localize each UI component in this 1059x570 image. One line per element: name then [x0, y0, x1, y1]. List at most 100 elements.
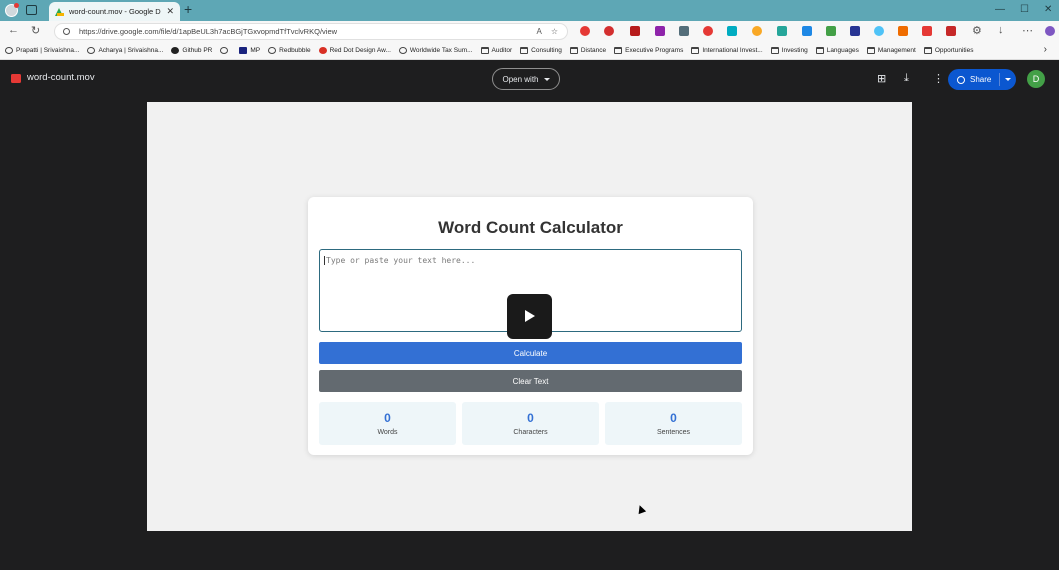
tab-close-icon[interactable]: ✕	[166, 6, 174, 17]
extension-icon[interactable]	[580, 26, 590, 36]
bookmark-item[interactable]: MP	[239, 47, 260, 54]
reload-icon[interactable]: ↻	[31, 24, 40, 37]
characters-label: Characters	[513, 429, 548, 436]
back-icon[interactable]: ←	[8, 24, 19, 36]
more-actions-icon[interactable]: ⋮	[933, 72, 944, 85]
calculate-button[interactable]: Calculate	[319, 342, 742, 364]
extension-icon[interactable]	[802, 26, 812, 36]
characters-count: 0	[527, 411, 534, 425]
folder-icon	[614, 47, 623, 54]
bookmark-folder[interactable]: Executive Programs	[614, 47, 683, 54]
bookmark-folder[interactable]: Distance	[569, 47, 606, 54]
globe-icon	[398, 47, 407, 54]
play-button[interactable]	[507, 294, 552, 339]
maximize-button[interactable]: ☐	[1020, 4, 1029, 15]
browser-tab[interactable]: word-count.mov - Google Drive ✕	[49, 2, 180, 21]
bookmark-item[interactable]: Red Dot Design Aw...	[318, 47, 391, 54]
avatar-icon	[5, 47, 13, 54]
url-text[interactable]: https://drive.google.com/file/d/1apBeUL3…	[79, 27, 536, 36]
extension-icon[interactable]	[898, 26, 908, 36]
bookmark-folder[interactable]: Opportunities	[923, 47, 974, 54]
text-cursor	[324, 256, 325, 265]
globe-icon	[957, 75, 965, 84]
textarea-placeholder: Type or paste your text here...	[326, 256, 476, 265]
bookmark-item[interactable]: Github PR	[171, 47, 212, 54]
site-info-icon[interactable]	[63, 28, 70, 35]
video-player[interactable]: Word Count Calculator Type or paste your…	[147, 102, 912, 531]
video-file-icon	[11, 74, 21, 83]
tab-title: word-count.mov - Google Drive	[69, 7, 161, 16]
folder-icon	[569, 47, 578, 54]
bookmark-folder[interactable]: Consulting	[520, 47, 562, 54]
extension-icon[interactable]	[655, 26, 665, 36]
share-divider	[999, 73, 1001, 86]
extension-icon[interactable]	[922, 26, 932, 36]
extension-icon[interactable]	[777, 26, 787, 36]
bookmark-folder[interactable]: Languages	[815, 47, 859, 54]
extension-icon[interactable]	[679, 26, 689, 36]
sentences-label: Sentences	[656, 429, 691, 436]
share-label: Share	[970, 75, 992, 84]
words-count: 0	[384, 411, 391, 425]
extension-icon[interactable]	[604, 26, 614, 36]
clear-text-button[interactable]: Clear Text	[319, 370, 742, 392]
extension-icon[interactable]	[727, 26, 737, 36]
drive-viewer-header: word-count.mov Open with ⊞ ⤓ ⋮ Share D	[0, 61, 1059, 97]
bookmark-folder[interactable]: Auditor	[480, 47, 512, 54]
address-bar-row: ← ↻ https://drive.google.com/file/d/1apB…	[0, 21, 1059, 42]
chevron-down-icon[interactable]	[1005, 78, 1012, 81]
profile-avatar-icon[interactable]	[5, 3, 19, 17]
open-with-button[interactable]: Open with	[492, 68, 560, 90]
read-aloud-icon[interactable]: A	[536, 27, 541, 36]
extension-icon[interactable]	[630, 26, 640, 36]
folder-icon	[770, 47, 779, 54]
bookmark-folder[interactable]: International Invest...	[691, 47, 763, 54]
bookmark-folder[interactable]: Investing	[770, 47, 808, 54]
favorite-star-icon[interactable]: ☆	[551, 27, 558, 36]
google-drive-icon	[55, 7, 64, 16]
bookmark-item[interactable]: Prapatti | Srivaishna...	[5, 47, 79, 54]
download-icon[interactable]: ⤓	[904, 72, 909, 85]
folder-icon	[480, 47, 489, 54]
copilot-icon[interactable]	[1045, 26, 1055, 36]
bookmark-item[interactable]	[220, 47, 231, 54]
extension-icon[interactable]	[752, 26, 762, 36]
new-tab-button[interactable]: +	[184, 1, 192, 17]
folder-icon	[923, 47, 932, 54]
stat-sentences: 0 Sentences	[605, 402, 742, 445]
extension-icon[interactable]	[874, 26, 884, 36]
extension-icon[interactable]	[946, 26, 956, 36]
minimize-button[interactable]: —	[995, 4, 1005, 15]
share-button[interactable]: Share	[948, 69, 1016, 90]
words-label: Words	[377, 429, 398, 436]
bookmark-item[interactable]: Acharya | Srivaishna...	[87, 47, 163, 54]
tab-actions-icon[interactable]	[26, 5, 37, 15]
github-icon	[171, 47, 180, 54]
extension-icon[interactable]	[826, 26, 836, 36]
stat-characters: 0 Characters	[462, 402, 599, 445]
globe-icon	[268, 47, 277, 54]
folder-icon	[691, 47, 700, 54]
bookmark-folder[interactable]: Management	[866, 47, 916, 54]
user-avatar[interactable]: D	[1027, 70, 1045, 88]
more-bookmarks-icon[interactable]: ›	[1044, 44, 1047, 55]
extension-icon[interactable]	[850, 26, 860, 36]
add-shortcut-icon[interactable]: ⊞	[877, 72, 886, 85]
folder-icon	[815, 47, 824, 54]
extension-icon[interactable]	[703, 26, 713, 36]
bookmark-item[interactable]: Redbubble	[268, 47, 311, 54]
globe-icon	[220, 47, 229, 54]
m-icon	[239, 47, 248, 54]
folder-icon	[520, 47, 529, 54]
browser-title-bar: word-count.mov - Google Drive ✕ + — ☐ ✕	[0, 0, 1059, 21]
red-dot-icon	[318, 47, 327, 54]
bookmarks-bar: Prapatti | Srivaishna... Acharya | Sriva…	[0, 42, 1059, 60]
extensions-icon[interactable]: ⚙	[972, 24, 982, 37]
chevron-down-icon	[543, 77, 550, 81]
close-window-button[interactable]: ✕	[1044, 4, 1052, 15]
downloads-icon[interactable]: ↓	[998, 24, 1004, 36]
bookmark-item[interactable]: Worldwide Tax Sum...	[398, 47, 473, 54]
app-title: Word Count Calculator	[438, 218, 623, 237]
url-bar[interactable]: https://drive.google.com/file/d/1apBeUL3…	[54, 23, 568, 40]
menu-icon[interactable]: ⋯	[1022, 24, 1033, 37]
